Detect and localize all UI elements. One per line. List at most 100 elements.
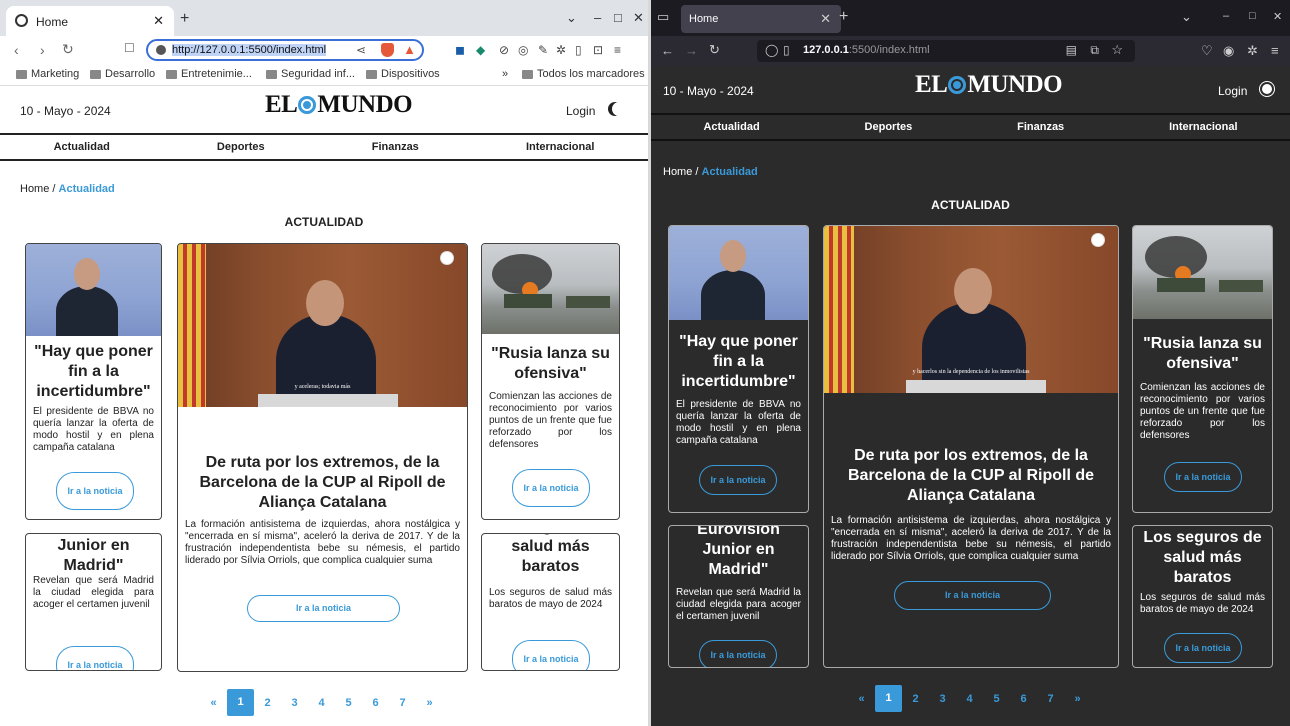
info-icon[interactable] <box>156 45 166 55</box>
tab-list-icon[interactable]: ⌄ <box>566 10 577 26</box>
menu-item-finanzas[interactable]: Finanzas <box>1017 121 1064 133</box>
read-article-button[interactable]: Ir a la noticia <box>1164 462 1242 492</box>
address-bar[interactable]: ◯ ▯ 127.0.0.1:5500/index.html ▤ ⧉ ☆ <box>757 40 1135 62</box>
pagination-page-current[interactable]: 1 <box>875 685 902 712</box>
read-article-button[interactable]: Ir a la noticia <box>1164 633 1242 663</box>
minimize-button[interactable]: – <box>1223 10 1229 22</box>
login-link[interactable]: Login <box>1218 84 1247 98</box>
close-tab-icon[interactable]: ✕ <box>820 11 831 27</box>
extension-icon[interactable]: ⊘ <box>499 43 509 57</box>
all-bookmarks[interactable]: Todos los marcadores <box>522 68 645 80</box>
pagination-page[interactable]: 3 <box>281 697 308 709</box>
video-thumbnail[interactable]: y aceleras; todavia más <box>178 244 467 407</box>
menu-icon[interactable]: ≡ <box>1271 43 1279 58</box>
pagination-page[interactable]: 6 <box>362 697 389 709</box>
maximize-button[interactable]: □ <box>614 10 622 25</box>
globe-icon[interactable] <box>441 252 453 264</box>
pagination-next[interactable]: » <box>416 697 443 709</box>
light-mode-toggle-icon[interactable] <box>1262 84 1272 94</box>
menu-item-deportes[interactable]: Deportes <box>217 141 265 153</box>
site-logo[interactable]: EL MUNDO <box>915 71 1063 99</box>
extensions-puzzle-icon[interactable]: ✲ <box>556 43 566 57</box>
tab-list-icon[interactable]: ⌄ <box>1181 9 1192 25</box>
pagination-page[interactable]: 3 <box>929 693 956 705</box>
dark-mode-toggle-icon[interactable] <box>612 102 626 116</box>
picture-icon[interactable]: ⧉ <box>1090 43 1099 58</box>
wallet-icon[interactable]: ⊡ <box>593 43 603 57</box>
pagination-page[interactable]: 7 <box>1037 693 1064 705</box>
account-icon[interactable]: ◉ <box>1223 43 1234 59</box>
breadcrumb-home[interactable]: Home <box>20 183 49 195</box>
read-article-button[interactable]: Ir a la noticia <box>247 595 400 622</box>
extension-icon[interactable]: ◼ <box>455 43 465 57</box>
read-article-button[interactable]: Ir a la noticia <box>699 465 777 495</box>
read-article-button[interactable]: Ir a la noticia <box>56 472 134 510</box>
brave-shield-icon[interactable] <box>381 43 394 57</box>
menu-item-actualidad[interactable]: Actualidad <box>703 121 759 133</box>
breadcrumb-home[interactable]: Home <box>663 166 692 178</box>
new-tab-button[interactable]: + <box>839 8 848 26</box>
browser-tab[interactable]: Home ✕ <box>6 6 174 36</box>
menu-item-internacional[interactable]: Internacional <box>526 141 594 153</box>
pagination-page[interactable]: 5 <box>983 693 1010 705</box>
extension-icon[interactable]: ◆ <box>476 43 485 57</box>
address-bar[interactable]: http://127.0.0.1:5500/index.html ⋖ ▲ <box>146 39 424 61</box>
reader-view-icon[interactable]: ▤ <box>1066 43 1077 57</box>
read-article-button[interactable]: Ir a la noticia <box>512 640 590 670</box>
menu-item-finanzas[interactable]: Finanzas <box>372 141 419 153</box>
star-icon[interactable]: ☆ <box>1111 42 1123 58</box>
back-icon[interactable]: ← <box>661 43 674 58</box>
back-icon[interactable]: ‹ <box>14 42 19 58</box>
menu-icon[interactable]: ≡ <box>614 43 621 57</box>
pagination-prev[interactable]: « <box>200 697 227 709</box>
close-window-button[interactable]: ✕ <box>1273 10 1282 23</box>
pagination-next[interactable]: » <box>1064 693 1091 705</box>
shield-icon[interactable]: ◯ <box>765 43 778 57</box>
forward-icon[interactable]: › <box>40 42 45 58</box>
extensions-icon[interactable]: ✲ <box>1247 43 1258 59</box>
menu-item-deportes[interactable]: Deportes <box>865 121 913 133</box>
pagination-page[interactable]: 6 <box>1010 693 1037 705</box>
read-article-button[interactable]: Ir a la noticia <box>699 640 777 667</box>
bookmark-folder[interactable]: Entretenimie... <box>166 68 252 80</box>
menu-item-actualidad[interactable]: Actualidad <box>54 141 110 153</box>
maximize-button[interactable]: □ <box>1249 10 1256 22</box>
bookmark-folder[interactable]: Marketing <box>16 68 79 80</box>
read-article-button[interactable]: Ir a la noticia <box>894 581 1051 610</box>
pagination-page[interactable]: 4 <box>956 693 983 705</box>
close-tab-icon[interactable]: ✕ <box>153 13 164 29</box>
pagination-page[interactable]: 4 <box>308 697 335 709</box>
pocket-icon[interactable]: ♡ <box>1201 43 1213 59</box>
pagination-prev[interactable]: « <box>848 693 875 705</box>
brave-rewards-icon[interactable]: ▲ <box>403 42 416 57</box>
forward-icon[interactable]: → <box>685 43 698 58</box>
pagination-page-current[interactable]: 1 <box>227 689 254 716</box>
bookmark-folder[interactable]: Seguridad inf... <box>266 68 355 80</box>
bookmark-icon[interactable]: ☐ <box>124 41 135 55</box>
bookmark-folder[interactable]: Dispositivos <box>366 68 440 80</box>
extension-icon[interactable]: ◎ <box>518 43 528 57</box>
read-article-button[interactable]: Ir a la noticia <box>512 469 590 507</box>
minimize-button[interactable]: – <box>594 10 601 25</box>
reload-icon[interactable]: ↻ <box>62 41 74 58</box>
video-thumbnail[interactable]: y hacerlos sin la dependencia de los inm… <box>824 226 1118 393</box>
more-bookmarks-button[interactable]: » <box>502 68 508 80</box>
tab-overview-icon[interactable]: ▭ <box>657 9 669 25</box>
pagination-page[interactable]: 2 <box>902 693 929 705</box>
site-logo[interactable]: EL MUNDO <box>265 91 413 119</box>
share-icon[interactable]: ⋖ <box>356 43 366 57</box>
close-window-button[interactable]: ✕ <box>633 10 644 26</box>
pagination-page[interactable]: 5 <box>335 697 362 709</box>
new-tab-button[interactable]: + <box>180 10 189 28</box>
read-article-button[interactable]: Ir a la noticia <box>56 646 134 670</box>
menu-item-internacional[interactable]: Internacional <box>1169 121 1237 133</box>
bookmark-folder[interactable]: Desarrollo <box>90 68 155 80</box>
browser-tab[interactable]: Home ✕ <box>681 5 841 33</box>
login-link[interactable]: Login <box>566 104 595 118</box>
pagination-page[interactable]: 7 <box>389 697 416 709</box>
reload-icon[interactable]: ↻ <box>709 42 720 58</box>
sidebar-icon[interactable]: ▯ <box>575 43 582 57</box>
extension-icon[interactable]: ✎ <box>538 43 548 57</box>
globe-icon[interactable] <box>1092 234 1104 246</box>
pagination-page[interactable]: 2 <box>254 697 281 709</box>
